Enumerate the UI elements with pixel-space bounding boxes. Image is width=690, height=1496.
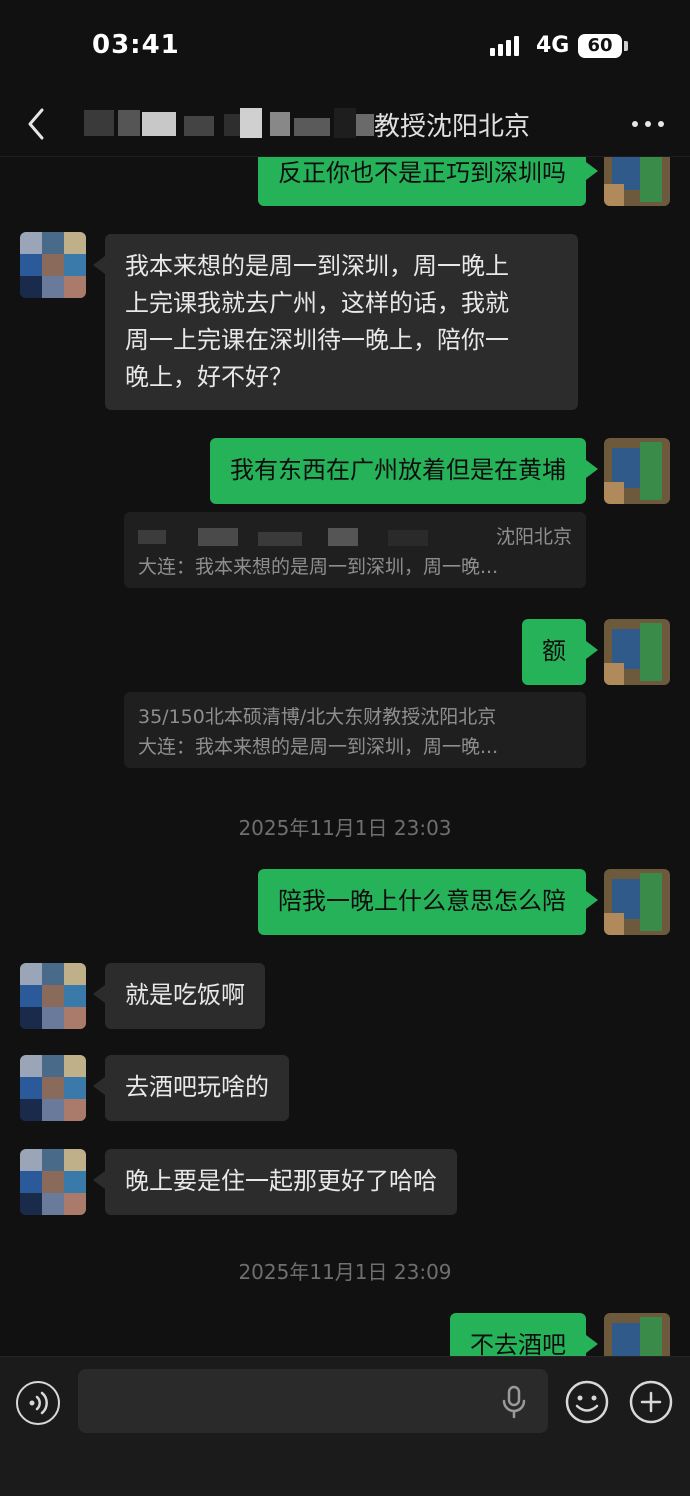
message-timestamp: 2025年11月1日 23:09 — [238, 1260, 452, 1284]
status-time: 03:41 — [92, 30, 180, 60]
message-text: 去酒吧玩啥的 — [125, 1073, 269, 1101]
back-button[interactable] — [18, 102, 58, 146]
message-incoming[interactable]: 去酒吧玩啥的 — [93, 1055, 289, 1121]
quote-text: 大连：我本来想的是周一到深圳，周一晚... — [138, 736, 499, 758]
signal-icon — [490, 36, 524, 56]
self-avatar[interactable] — [604, 438, 670, 504]
status-bar: 03:41 4G 60 — [0, 0, 690, 92]
message-incoming[interactable]: 就是吃饭啊 — [93, 963, 265, 1029]
chat-screen: 03:41 4G 60 教授沈阳北京 — [0, 0, 690, 1496]
more-dots-icon — [632, 121, 638, 127]
message-timestamp: 2025年11月1日 23:03 — [238, 816, 452, 840]
microphone-icon[interactable] — [498, 1385, 530, 1419]
quoted-message[interactable]: 35/150北本硕清博/北大东财教授沈阳北京 大连：我本来想的是周一到深圳，周一… — [124, 692, 586, 768]
battery-tip — [624, 41, 628, 51]
contact-avatar[interactable] — [20, 963, 86, 1029]
quoted-message[interactable]: 沈阳北京 大连：我本来想的是周一到深圳，周一晚... — [124, 512, 586, 588]
plus-button[interactable] — [628, 1379, 674, 1425]
input-bar — [0, 1356, 690, 1496]
voice-toggle-icon — [29, 1391, 48, 1415]
quote-source: 沈阳北京 — [495, 526, 572, 548]
emoji-button[interactable] — [564, 1379, 610, 1425]
network-type: 4G — [536, 33, 570, 58]
contact-avatar[interactable] — [20, 1055, 86, 1121]
chat-header-front: 教授沈阳北京 — [0, 92, 690, 157]
message-text: 不去酒吧 — [470, 1331, 566, 1359]
message-outgoing[interactable]: 额 — [522, 619, 598, 685]
quote-redaction — [138, 526, 438, 548]
message-text: 我有东西在广州放着但是在黄埔 — [230, 456, 566, 484]
plus-icon — [629, 1380, 673, 1424]
message-line: 周一上完课在深圳待一晚上，陪你一 — [125, 326, 509, 354]
message-incoming[interactable]: 我本来想的是周一到深圳，周一晚上 上完课我就去广州，这样的话，我就 周一上完课在… — [93, 234, 578, 410]
message-line: 晚上，好不好？ — [125, 363, 293, 391]
chevron-left-icon — [28, 108, 44, 140]
self-avatar[interactable] — [604, 619, 670, 685]
message-text: 晚上要是住一起那更好了哈哈 — [125, 1167, 437, 1195]
message-text: 额 — [542, 637, 566, 665]
contact-avatar[interactable] — [20, 1149, 86, 1215]
voice-toggle-button[interactable] — [16, 1381, 60, 1425]
emoji-icon — [565, 1380, 609, 1424]
message-text: 反正你也不是正巧到深圳吗 — [278, 159, 566, 187]
message-incoming[interactable]: 晚上要是住一起那更好了哈哈 — [93, 1149, 457, 1215]
message-text: 陪我一晚上什么意思怎么陪 — [278, 887, 566, 915]
quote-source: 35/150北本硕清博/北大东财教授沈阳北京 — [138, 706, 497, 728]
redaction-mosaic — [84, 108, 374, 138]
message-outgoing[interactable]: 陪我一晚上什么意思怎么陪 — [258, 869, 598, 935]
contact-avatar[interactable] — [20, 232, 86, 298]
message-text: 就是吃饭啊 — [125, 981, 245, 1009]
message-outgoing[interactable]: 我有东西在广州放着但是在黄埔 — [210, 438, 598, 504]
message-line: 我本来想的是周一到深圳，周一晚上 — [125, 252, 509, 280]
more-button[interactable] — [622, 102, 674, 146]
chat-title-text: 教授沈阳北京 — [374, 112, 531, 142]
message-line: 上完课我就去广州，这样的话，我就 — [125, 289, 509, 317]
quote-text: 大连：我本来想的是周一到深圳，周一晚... — [138, 556, 499, 578]
message-input[interactable] — [78, 1369, 548, 1433]
battery-level: 60 — [587, 35, 613, 56]
battery-icon: 60 — [578, 34, 622, 58]
self-avatar[interactable] — [604, 869, 670, 935]
chat-title: 教授沈阳北京 — [84, 100, 604, 144]
